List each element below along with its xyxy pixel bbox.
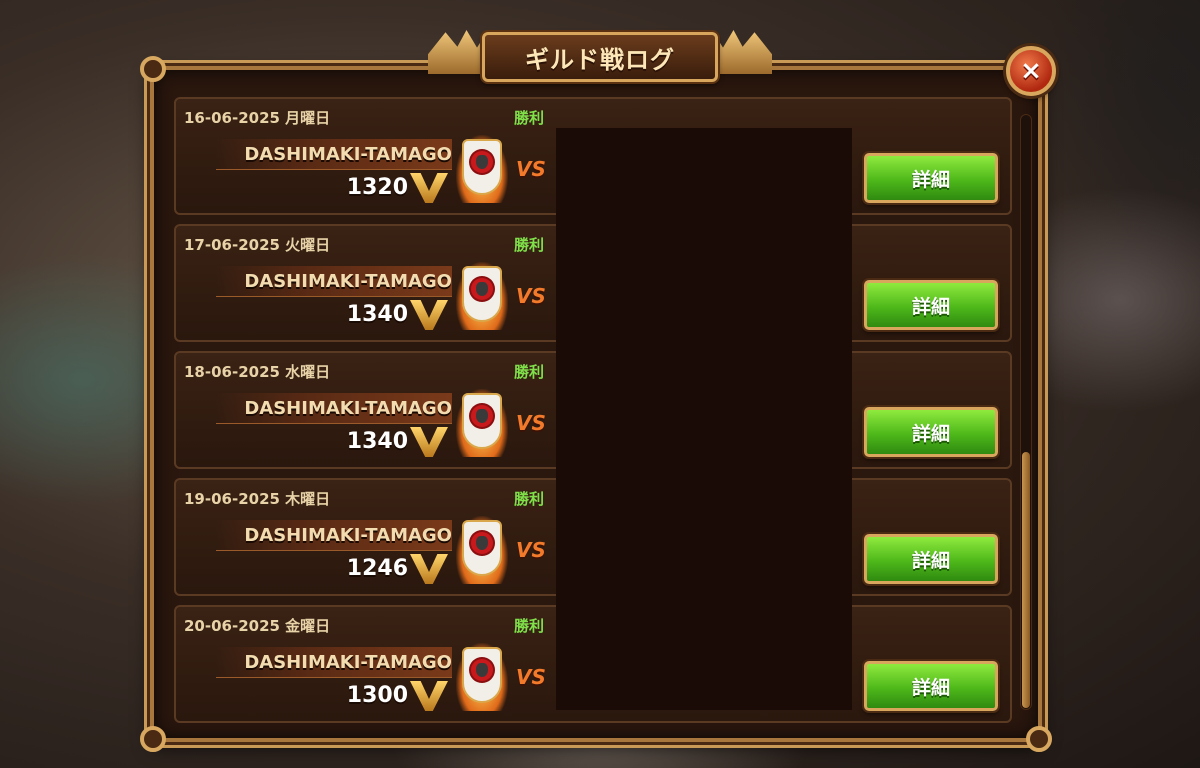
entry-result: 勝利 xyxy=(514,617,545,635)
guild-score: 1340 xyxy=(346,302,408,327)
entry-result: 勝利 xyxy=(514,363,545,381)
vs-label: VS xyxy=(516,665,546,689)
vs-label: VS xyxy=(516,411,546,435)
close-icon: × xyxy=(1020,56,1042,86)
guild-emblem-icon xyxy=(456,643,508,711)
guild-name: DASHIMAKI-TAMAGO xyxy=(244,271,452,292)
entry-date: 20-06-2025 金曜日 xyxy=(184,617,331,635)
details-button[interactable]: 詳細 xyxy=(864,280,998,330)
details-button[interactable]: 詳細 xyxy=(864,534,998,584)
entry-result: 勝利 xyxy=(514,236,545,254)
scrollbar[interactable] xyxy=(1020,114,1032,710)
entry-date: 17-06-2025 火曜日 xyxy=(184,236,331,254)
guild-name-bar: DASHIMAKI-TAMAGO xyxy=(216,647,452,678)
guild-emblem-icon xyxy=(456,516,508,584)
panel-corner-ornament xyxy=(140,726,166,752)
title-banner: ギルド戦ログ xyxy=(420,24,780,88)
page-title: ギルド戦ログ xyxy=(482,32,718,82)
entry-date: 18-06-2025 水曜日 xyxy=(184,363,331,381)
guild-score: 1340 xyxy=(346,429,408,454)
guild-score: 1320 xyxy=(346,175,408,200)
guild-name-bar: DASHIMAKI-TAMAGO xyxy=(216,393,452,424)
v-points-icon xyxy=(410,427,448,457)
entry-result: 勝利 xyxy=(514,490,545,508)
entry-date: 16-06-2025 月曜日 xyxy=(184,109,331,127)
guild-score: 1300 xyxy=(346,683,408,708)
v-points-icon xyxy=(410,554,448,584)
guild-name-bar: DASHIMAKI-TAMAGO xyxy=(216,139,452,170)
vs-label: VS xyxy=(516,284,546,308)
guild-score: 1246 xyxy=(346,556,408,581)
v-points-icon xyxy=(410,300,448,330)
vs-label: VS xyxy=(516,157,546,181)
scrollbar-thumb[interactable] xyxy=(1022,452,1030,708)
vs-label: VS xyxy=(516,538,546,562)
guild-name: DASHIMAKI-TAMAGO xyxy=(244,144,452,165)
guild-name: DASHIMAKI-TAMAGO xyxy=(244,398,452,419)
entry-date: 19-06-2025 木曜日 xyxy=(184,490,331,508)
guild-emblem-icon xyxy=(456,389,508,457)
panel-corner-ornament xyxy=(140,56,166,82)
guild-emblem-icon xyxy=(456,135,508,203)
panel-corner-ornament xyxy=(1026,726,1052,752)
v-points-icon xyxy=(410,173,448,203)
details-button[interactable]: 詳細 xyxy=(864,153,998,203)
details-button[interactable]: 詳細 xyxy=(864,407,998,457)
v-points-icon xyxy=(410,681,448,711)
guild-emblem-icon xyxy=(456,262,508,330)
close-button[interactable]: × xyxy=(1006,46,1056,96)
details-button[interactable]: 詳細 xyxy=(864,661,998,711)
redacted-opponent-area xyxy=(556,128,852,710)
guild-name-bar: DASHIMAKI-TAMAGO xyxy=(216,520,452,551)
guild-name: DASHIMAKI-TAMAGO xyxy=(244,525,452,546)
entry-result: 勝利 xyxy=(514,109,545,127)
guild-name: DASHIMAKI-TAMAGO xyxy=(244,652,452,673)
guild-name-bar: DASHIMAKI-TAMAGO xyxy=(216,266,452,297)
